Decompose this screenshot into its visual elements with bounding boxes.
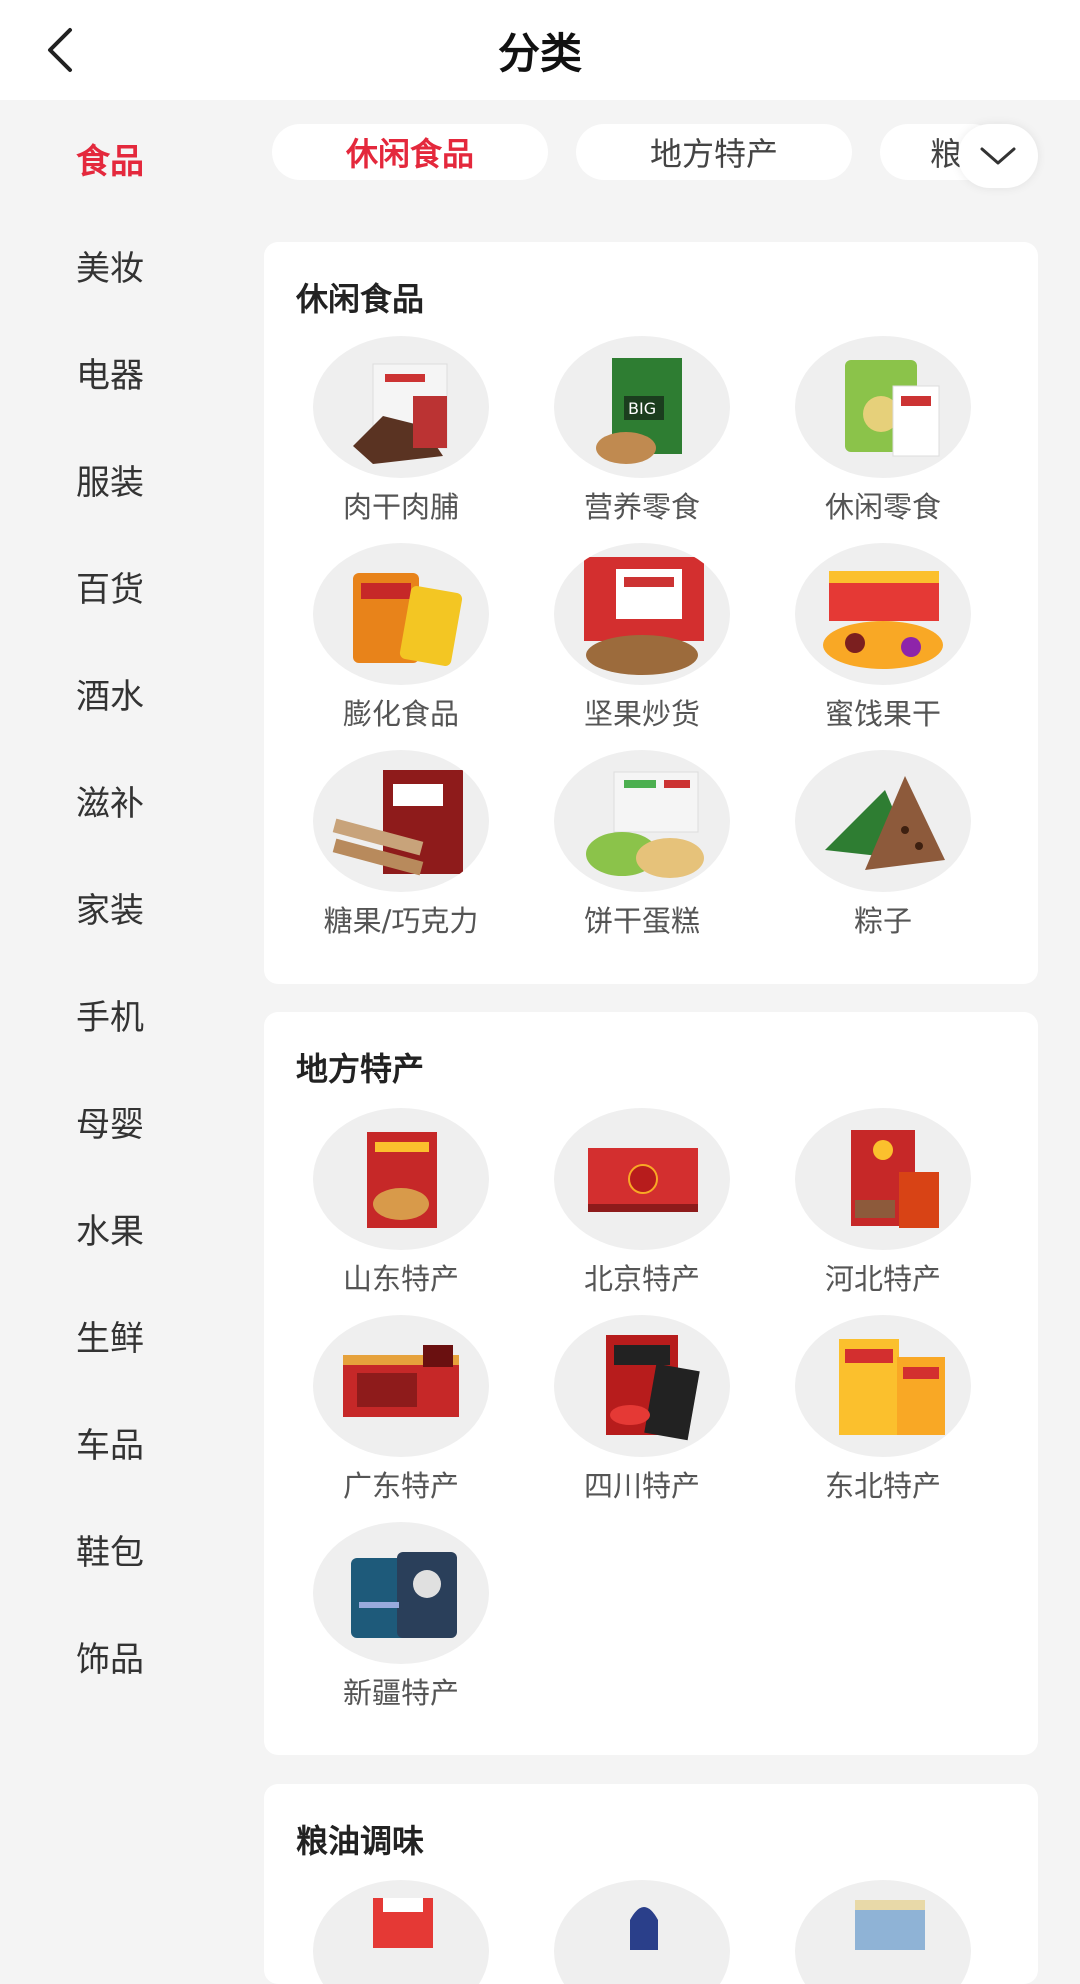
category-sidebar: 食品 美妆 电器 服装 百货 酒水 滋补 家装 手机 母婴 水果 生鲜 车品 鞋…	[0, 100, 220, 1920]
category-item-zongzi[interactable]: 粽子	[746, 750, 986, 950]
sidebar-item-fruit[interactable]: 水果	[0, 1175, 220, 1282]
sidebar-item-general-goods[interactable]: 百货	[0, 533, 220, 640]
category-item-shandong[interactable]: 山东特产	[264, 1108, 504, 1308]
hebei-specialty-image	[795, 1108, 971, 1250]
item-label: 肉干肉脯	[342, 490, 459, 524]
item-label: 北京特产	[583, 1262, 700, 1296]
sidebar-item-clothing[interactable]: 服装	[0, 426, 220, 533]
category-item-seasoning[interactable]	[746, 1880, 986, 1984]
category-item-guangdong[interactable]: 广东特产	[264, 1315, 504, 1515]
item-label: 东北特产	[824, 1469, 941, 1503]
category-item-jerky[interactable]: 肉干肉脯	[264, 336, 504, 536]
chevron-down-icon	[980, 147, 1016, 165]
oil-image	[554, 1880, 730, 1984]
tab-snacks[interactable]: 休闲食品	[272, 124, 548, 180]
sidebar-item-shoes-bags[interactable]: 鞋包	[0, 1496, 220, 1603]
dried-fruit-image	[795, 543, 971, 685]
subcategory-tabs: 休闲食品 地方特产 粮	[220, 100, 1080, 210]
item-label: 休闲零食	[824, 490, 941, 524]
sidebar-item-makeup[interactable]: 美妆	[0, 212, 220, 319]
candy-image	[313, 750, 489, 892]
biscuit-image	[554, 750, 730, 892]
expand-tabs-button[interactable]	[958, 124, 1038, 188]
beijing-specialty-image	[554, 1108, 730, 1250]
category-item-beijing[interactable]: 北京特产	[505, 1108, 745, 1308]
item-label: 膨化食品	[342, 697, 459, 731]
category-item-casual-snack[interactable]: 休闲零食	[746, 336, 986, 536]
chips-image	[795, 336, 971, 478]
nuts-image	[554, 543, 730, 685]
section-title: 粮油调味	[296, 1822, 425, 1860]
guangdong-specialty-image	[313, 1315, 489, 1457]
item-label: 营养零食	[583, 490, 700, 524]
category-item-biscuit[interactable]: 饼干蛋糕	[505, 750, 745, 950]
seasoning-image	[795, 1880, 971, 1984]
sichuan-specialty-image	[554, 1315, 730, 1457]
item-label: 山东特产	[342, 1262, 459, 1296]
category-item-oil[interactable]	[505, 1880, 745, 1984]
sidebar-item-appliances[interactable]: 电器	[0, 319, 220, 426]
category-item-hebei[interactable]: 河北特产	[746, 1108, 986, 1308]
tab-local-specialty[interactable]: 地方特产	[576, 124, 852, 180]
sidebar-item-drinks[interactable]: 酒水	[0, 640, 220, 747]
item-label: 粽子	[853, 904, 912, 938]
category-item-sichuan[interactable]: 四川特产	[505, 1315, 745, 1515]
item-label: 四川特产	[583, 1469, 700, 1503]
section-grain-oil: 粮油调味	[264, 1784, 1038, 1984]
item-label: 蜜饯果干	[824, 697, 941, 731]
sidebar-item-phones[interactable]: 手机	[0, 961, 220, 1068]
sidebar-item-food[interactable]: 食品	[0, 105, 220, 212]
seaweed-snack-image: BIG	[554, 336, 730, 478]
sidebar-item-home-decor[interactable]: 家装	[0, 854, 220, 961]
sidebar-item-car[interactable]: 车品	[0, 1389, 220, 1496]
xinjiang-specialty-image	[313, 1522, 489, 1664]
section-local-specialty: 地方特产 山东特产 北京特产 河北特产 广东特产 四川特产 东北特产 新疆特产	[264, 1012, 1038, 1755]
page-title: 分类	[497, 28, 582, 78]
jerky-image	[313, 336, 489, 478]
shandong-specialty-image	[313, 1108, 489, 1250]
category-item-candy[interactable]: 糖果/巧克力	[264, 750, 504, 950]
category-item-puffed[interactable]: 膨化食品	[264, 543, 504, 743]
item-label: 糖果/巧克力	[323, 904, 479, 938]
header: 分类	[0, 0, 1080, 100]
section-snacks: 休闲食品 肉干肉脯 BIG 营养零食 休闲零食 膨化食品 坚果炒货 蜜饯果干 糖…	[264, 242, 1038, 984]
svg-text:BIG: BIG	[628, 399, 656, 418]
category-item-grain[interactable]	[264, 1880, 504, 1984]
sidebar-item-accessories[interactable]: 饰品	[0, 1603, 220, 1710]
section-title: 休闲食品	[296, 280, 425, 318]
category-item-xinjiang[interactable]: 新疆特产	[264, 1522, 504, 1722]
sidebar-item-fresh[interactable]: 生鲜	[0, 1282, 220, 1389]
section-title: 地方特产	[296, 1050, 425, 1088]
northeast-specialty-image	[795, 1315, 971, 1457]
item-label: 广东特产	[342, 1469, 459, 1503]
category-item-nutrition-snack[interactable]: BIG 营养零食	[505, 336, 745, 536]
category-item-dried-fruit[interactable]: 蜜饯果干	[746, 543, 986, 743]
sidebar-item-tonics[interactable]: 滋补	[0, 747, 220, 854]
grain-image	[313, 1880, 489, 1984]
item-label: 河北特产	[824, 1262, 941, 1296]
item-label: 饼干蛋糕	[583, 904, 700, 938]
item-label: 坚果炒货	[583, 697, 700, 731]
zongzi-image	[795, 750, 971, 892]
category-item-nuts[interactable]: 坚果炒货	[505, 543, 745, 743]
sidebar-item-mother-baby[interactable]: 母婴	[0, 1068, 220, 1175]
item-label: 新疆特产	[342, 1676, 459, 1710]
puffed-snack-image	[313, 543, 489, 685]
category-item-northeast[interactable]: 东北特产	[746, 1315, 986, 1515]
